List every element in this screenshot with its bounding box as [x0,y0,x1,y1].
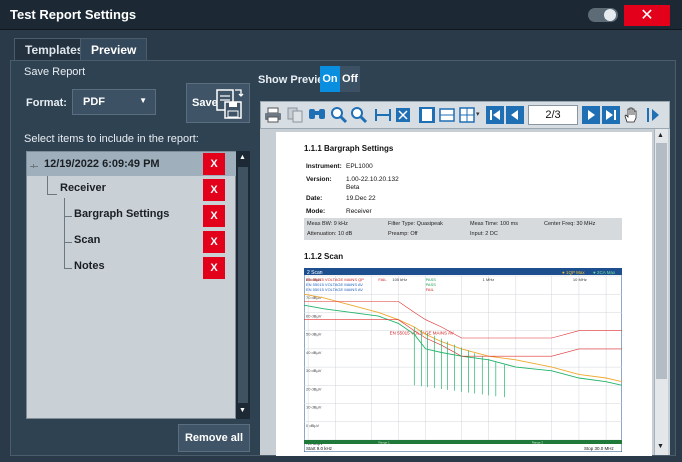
param-center-freq: Center Freq: 30 MHz [544,221,596,227]
first-page-icon[interactable] [486,106,504,124]
version-value: 1.00-22.10.20.132 [346,176,399,183]
limit-line-label: EN 55015 VOLTAGE MAINS AV [306,287,363,292]
copy-icon[interactable] [286,106,304,124]
scroll-up-icon[interactable]: ▲ [657,132,664,139]
toggle-knob [604,9,616,21]
param-meas-bw: Meas BW: 9 kHz [307,221,348,227]
two-page-icon[interactable] [438,106,456,124]
zoom-out-icon[interactable] [350,106,368,124]
chart-title: 2 Scan [307,270,323,276]
parameters-table: Meas BW: 9 kHz Filter Type: Quasipeak Me… [304,218,622,240]
marker-label: 10 MHz [573,277,587,282]
theme-toggle[interactable] [588,8,618,22]
version-value-2: Beta [346,184,360,191]
format-select[interactable]: PDF ▼ [72,89,156,115]
select-cursor-icon[interactable] [644,106,662,124]
preview-on-toggle[interactable]: On [320,66,340,92]
scroll-thumb[interactable] [238,167,248,403]
chart-frame [304,268,622,452]
remove-item-button[interactable]: X [203,231,225,253]
mode-value: Receiver [346,208,372,215]
format-label: Format: [26,97,67,109]
tree-line [64,198,65,268]
section-title-bargraph: 1.1.1 Bargraph Settings [304,144,394,153]
param-meas-time: Meas Time: 100 ms [470,221,518,227]
tab-preview[interactable]: Preview [80,38,148,60]
window-title: Test Report Settings [10,7,137,22]
instrument-value: EPL1000 [346,163,373,170]
fit-page-icon[interactable] [394,106,412,124]
multi-page-icon[interactable] [458,106,476,124]
zoom-in-icon[interactable] [330,106,348,124]
tree-line [47,194,57,195]
tree-item-scan[interactable]: Scan [74,229,100,251]
fit-width-icon[interactable] [374,106,392,124]
tree-line [64,242,72,243]
save-button[interactable]: Save [186,83,250,123]
marker-label: 100 kHz [392,277,407,282]
version-label: Version: [306,176,332,183]
chevron-down-icon: ▼ [139,96,147,105]
range-bar [304,440,622,444]
remove-item-button[interactable]: X [203,257,225,279]
section-title-scan: 1.1.2 Scan [304,252,344,261]
legend-entry: ● 2CA Max [593,270,616,275]
tree-item-bargraph-settings[interactable]: Bargraph Settings [74,203,169,225]
limit-fail-label: FAIL [378,277,387,282]
save-button-label: Save [192,97,218,109]
start-freq-label: Start 9.0 kHz [306,446,333,451]
remove-item-button[interactable]: X [203,179,225,201]
scroll-up-icon[interactable]: ▲ [239,154,246,161]
legend-entry: ● 1QP Max [562,270,585,275]
remove-item-button[interactable]: X [203,153,225,175]
date-value: 19.Dec 22 [346,195,376,202]
marker-label: 1 MHz [483,277,495,282]
preview-scrollbar[interactable]: ▲ ▼ [654,129,668,455]
param-input: Input: 2 DC [470,231,498,237]
previous-page-icon[interactable] [506,106,524,124]
next-page-icon[interactable] [582,106,600,124]
instrument-label: Instrument: [306,163,342,170]
date-label: Date: [306,195,323,202]
scroll-thumb[interactable] [656,143,667,379]
tree-line [64,216,72,217]
page-counter-input[interactable]: 2/3 [528,105,578,125]
scan-chart: 2 Scan ● 1QP Max ● 2CA Max80 dBµV70 dBµV60… [304,268,622,452]
select-items-label: Select items to include in the report: [24,133,199,145]
print-icon[interactable] [264,106,282,124]
tree-line [64,268,72,269]
chevron-down-icon[interactable]: ▾ [476,110,480,118]
range-label: Range 1 [378,440,390,444]
scroll-down-icon[interactable]: ▼ [239,407,246,414]
tree-item-notes[interactable]: Notes [74,255,105,277]
tree-scrollbar[interactable]: ▲ ▼ [236,151,250,419]
param-attenuation: Attenuation: 10 dB [307,231,353,237]
format-value: PDF [83,96,105,108]
param-filter: Filter Type: Quasipeak [388,221,443,227]
limit-status-label: FAIL [426,287,435,292]
tree-item-receiver[interactable]: Receiver [60,177,106,199]
tree-line [47,176,48,194]
remove-all-button[interactable]: Remove all [178,424,250,452]
save-icon [216,89,244,119]
tree-item-date[interactable]: 12/19/2022 6:09:49 PM [44,153,160,175]
scroll-down-icon[interactable]: ▼ [657,443,664,450]
mode-label: Mode: [306,208,326,215]
find-icon[interactable] [308,106,326,124]
single-page-icon[interactable] [418,106,436,124]
param-preamp: Preamp: Off [388,231,418,237]
close-button[interactable]: ✕ [624,5,670,26]
range-label: Range 2 [532,440,544,444]
last-page-icon[interactable] [602,106,620,124]
remove-item-button[interactable]: X [203,205,225,227]
stop-freq-label: Stop 30.0 MHz [584,446,615,451]
tree-line [30,166,38,167]
preview-off-toggle[interactable]: Off [340,66,360,92]
save-report-label: Save Report [24,66,86,78]
pan-hand-icon[interactable] [622,106,640,124]
